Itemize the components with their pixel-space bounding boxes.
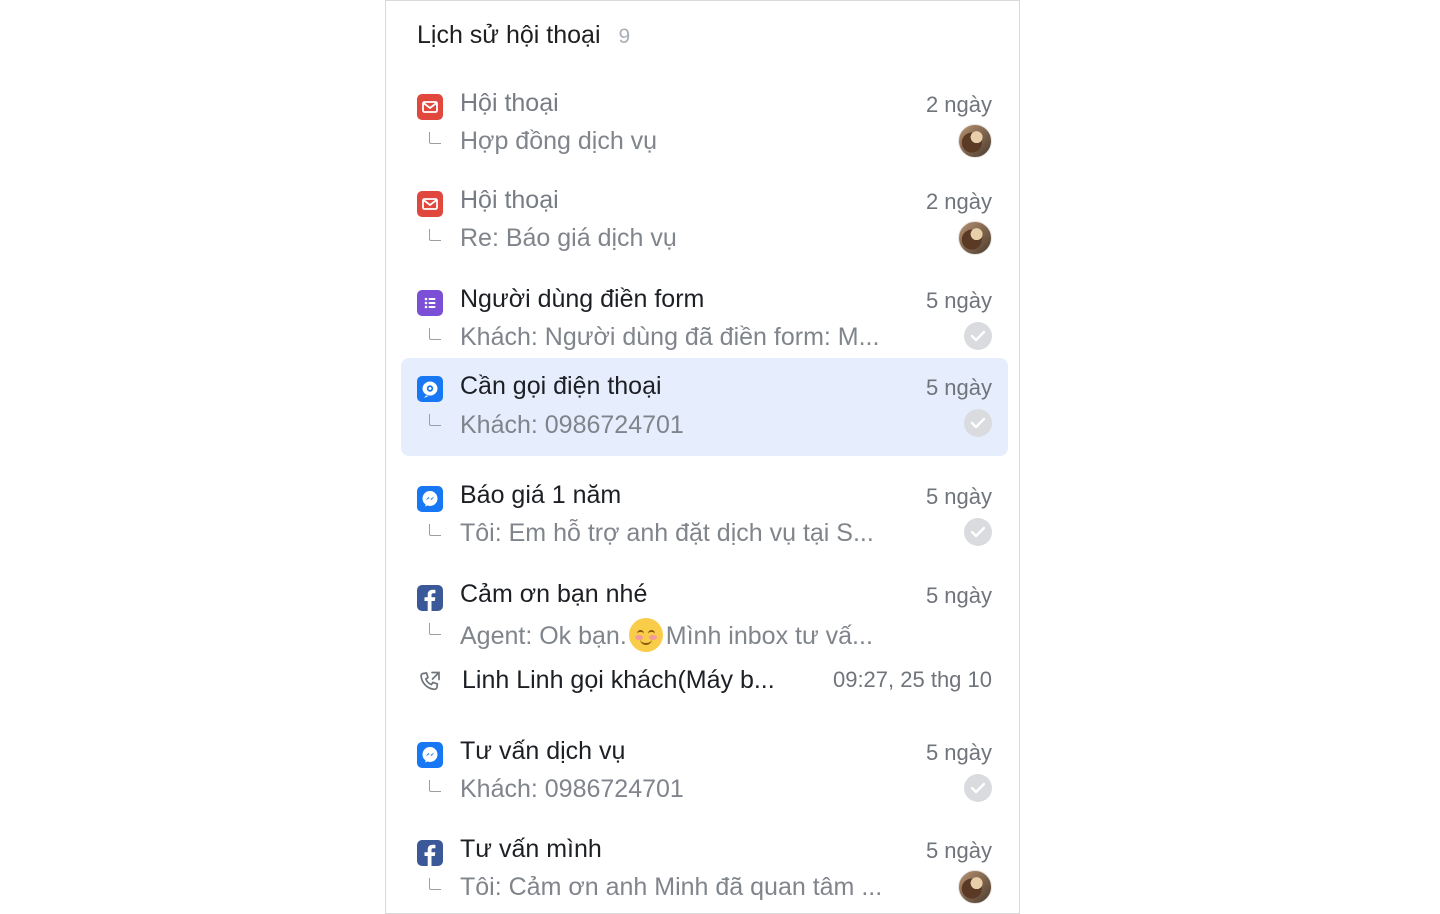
conversation-time: 5 ngày <box>925 375 992 400</box>
conversation-title: Báo giá 1 năm <box>460 481 622 509</box>
conversation-item[interactable]: Cần gọi điện thoại Khách: 0986724701 5 n… <box>401 358 1008 456</box>
conversation-subtitle: Re: Báo giá dịch vụ <box>460 224 677 252</box>
conversation-subtitle: Khách: Người dùng đã điền form: M... <box>460 323 880 351</box>
conversation-subtitle: Khách: 0986724701 <box>460 411 684 439</box>
email-icon <box>417 191 443 217</box>
avatar <box>958 124 992 158</box>
conversation-time: 5 ngày <box>925 583 992 608</box>
thread-branch <box>429 780 441 792</box>
subtitle-text: Agent: Ok bạn. <box>460 622 627 650</box>
conversation-title: Cảm ơn bạn nhé <box>460 580 648 608</box>
conversation-item[interactable]: Người dùng điền form Khách: Người dùng đ… <box>401 266 1008 364</box>
check-circle-icon <box>964 322 992 350</box>
conversation-time: 5 ngày <box>925 740 992 765</box>
thread-branch <box>429 414 441 426</box>
thread-branch <box>429 623 441 635</box>
form-icon <box>417 290 443 316</box>
call-log-item[interactable]: Linh Linh gọi khách(Máy b... 09:27, 25 t… <box>401 658 1008 706</box>
thread-branch <box>429 132 441 144</box>
conversation-title: Tư vấn dịch vụ <box>460 737 626 765</box>
messenger-icon <box>417 486 443 512</box>
conversation-time: 2 ngày <box>925 189 992 214</box>
email-icon <box>417 94 443 120</box>
call-log-time: 09:27, 25 thg 10 <box>832 667 992 692</box>
thread-branch <box>429 878 441 890</box>
conversation-title: Tư vấn mình <box>460 835 602 863</box>
conversation-title: Hội thoại <box>460 89 559 117</box>
conversation-title: Hội thoại <box>460 186 559 214</box>
messenger-icon <box>417 742 443 768</box>
conversation-count: 9 <box>618 25 631 48</box>
call-log-label: Linh Linh gọi khách(Máy b... <box>462 666 775 694</box>
conversation-time: 5 ngày <box>925 484 992 509</box>
avatar <box>958 221 992 255</box>
conversation-item[interactable]: Cảm ơn bạn nhé Agent: Ok bạn. Mình inbox … <box>401 561 1008 659</box>
check-circle-icon <box>964 518 992 546</box>
conversation-item[interactable]: Tư vấn mình Tôi: Cảm ơn anh Minh đã quan… <box>401 816 1008 914</box>
thread-branch <box>429 524 441 536</box>
check-circle-icon <box>964 409 992 437</box>
conversation-subtitle: Khách: 0986724701 <box>460 775 684 803</box>
conversation-title: Người dùng điền form <box>460 285 705 313</box>
avatar <box>958 870 992 904</box>
conversation-item[interactable]: Tư vấn dịch vụ Khách: 0986724701 5 ngày <box>401 718 1008 816</box>
conversation-item[interactable]: Hội thoại Re: Báo giá dịch vụ 2 ngày <box>401 167 1008 265</box>
facebook-icon <box>417 840 443 866</box>
conversation-subtitle: Tôi: Cảm ơn anh Minh đã quan tâm ... <box>460 873 883 901</box>
conversation-history-panel: Lịch sử hội thoại 9 Hội thoại Hợp đồng d… <box>385 0 1020 914</box>
conversation-time: 2 ngày <box>925 92 992 117</box>
conversation-subtitle: Agent: Ok bạn. Mình inbox tư vấ... <box>460 618 873 652</box>
check-circle-icon <box>964 774 992 802</box>
panel-header: Lịch sử hội thoại 9 <box>417 21 630 53</box>
conversation-subtitle: Tôi: Em hỗ trợ anh đặt dịch vụ tại S... <box>460 519 874 547</box>
call-request-icon <box>417 376 443 402</box>
conversation-time: 5 ngày <box>925 288 992 313</box>
conversation-title: Cần gọi điện thoại <box>460 372 662 400</box>
conversation-subtitle: Hợp đồng dịch vụ <box>460 127 658 155</box>
phone-outgoing-icon <box>420 671 440 691</box>
conversation-item[interactable]: Báo giá 1 năm Tôi: Em hỗ trợ anh đặt dịc… <box>401 462 1008 560</box>
conversation-time: 5 ngày <box>925 838 992 863</box>
smiling-face-emoji-icon <box>628 618 663 652</box>
subtitle-text: Mình inbox tư vấ... <box>665 622 873 650</box>
panel-title: Lịch sử hội thoại <box>417 21 601 49</box>
thread-branch <box>429 328 441 340</box>
facebook-icon <box>417 585 443 611</box>
thread-branch <box>429 229 441 241</box>
conversation-item[interactable]: Hội thoại Hợp đồng dịch vụ 2 ngày <box>401 70 1008 168</box>
